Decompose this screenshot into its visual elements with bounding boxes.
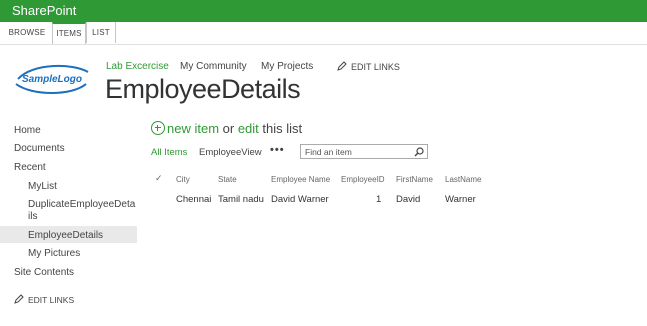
- nav-duplicate-employee-details[interactable]: DuplicateEmployeeDeta: [28, 199, 135, 210]
- cell-last-name: Warner: [445, 194, 476, 205]
- site-logo[interactable]: SampleLogo: [12, 60, 92, 98]
- page-title: EmployeeDetails: [105, 74, 301, 104]
- nav-duplicate-employee-details-wrap[interactable]: ils: [28, 211, 37, 222]
- column-header-first-name[interactable]: FirstName: [396, 175, 433, 184]
- nav-employee-details[interactable]: EmployeeDetails: [28, 230, 103, 241]
- find-item-search-box[interactable]: [300, 144, 428, 159]
- more-views-ellipsis[interactable]: •••: [270, 144, 285, 156]
- cell-state: Tamil nadu: [218, 194, 264, 205]
- cell-employee-id: 1: [376, 194, 382, 205]
- logo-text: SampleLogo: [22, 74, 82, 85]
- tab-browse[interactable]: BROWSE: [6, 22, 48, 43]
- or-text: or: [219, 121, 238, 136]
- nav-recent[interactable]: Recent: [14, 162, 46, 173]
- nav-site-contents[interactable]: Site Contents: [14, 267, 74, 278]
- nav-my-pictures[interactable]: My Pictures: [28, 248, 80, 259]
- cell-employee-name[interactable]: David Warner: [271, 194, 329, 205]
- select-all-check[interactable]: ✓: [155, 173, 163, 184]
- edit-links-left-label: EDIT LINKS: [28, 295, 75, 305]
- pencil-icon: [337, 61, 347, 71]
- tab-list[interactable]: LIST: [86, 22, 116, 43]
- edit-links-top-label: EDIT LINKS: [351, 62, 400, 72]
- column-header-employee-name[interactable]: Employee Name: [271, 175, 330, 184]
- tab-items[interactable]: ITEMS: [52, 22, 86, 44]
- search-input[interactable]: [301, 145, 415, 158]
- edit-link[interactable]: edit: [238, 121, 259, 136]
- sharepoint-brand[interactable]: SharePoint: [12, 3, 76, 18]
- column-header-employee-id[interactable]: EmployeeID: [341, 175, 385, 184]
- column-header-state[interactable]: State: [218, 175, 237, 184]
- new-item-bar: new item or edit this list: [151, 121, 302, 136]
- column-header-city[interactable]: City: [176, 175, 190, 184]
- suite-bar: SharePoint: [0, 0, 647, 22]
- new-item-link[interactable]: new item: [167, 121, 219, 136]
- this-list-text: this list: [258, 121, 303, 136]
- nav-documents[interactable]: Documents: [14, 143, 65, 154]
- add-circle-icon[interactable]: [151, 121, 165, 135]
- edit-links-left-button[interactable]: EDIT LINKS: [14, 294, 74, 305]
- topnav-lab-excercise[interactable]: Lab Excercise: [106, 61, 169, 72]
- view-all-items[interactable]: All Items: [151, 147, 187, 158]
- nav-home[interactable]: Home: [14, 125, 41, 136]
- logo-graphic: SampleLogo: [15, 64, 89, 94]
- edit-links-top-button[interactable]: EDIT LINKS: [337, 61, 400, 72]
- topnav-my-community[interactable]: My Community: [180, 61, 247, 72]
- pencil-icon: [14, 294, 24, 304]
- view-employee-view[interactable]: EmployeeView: [199, 147, 262, 158]
- topnav-my-projects[interactable]: My Projects: [261, 61, 313, 72]
- search-icon[interactable]: [414, 147, 424, 157]
- cell-city: Chennai: [176, 194, 212, 205]
- cell-first-name: David: [396, 194, 421, 205]
- column-header-last-name[interactable]: LastName: [445, 175, 481, 184]
- ribbon-tabs: BROWSE ITEMS LIST: [0, 22, 647, 45]
- nav-mylist[interactable]: MyList: [28, 181, 57, 192]
